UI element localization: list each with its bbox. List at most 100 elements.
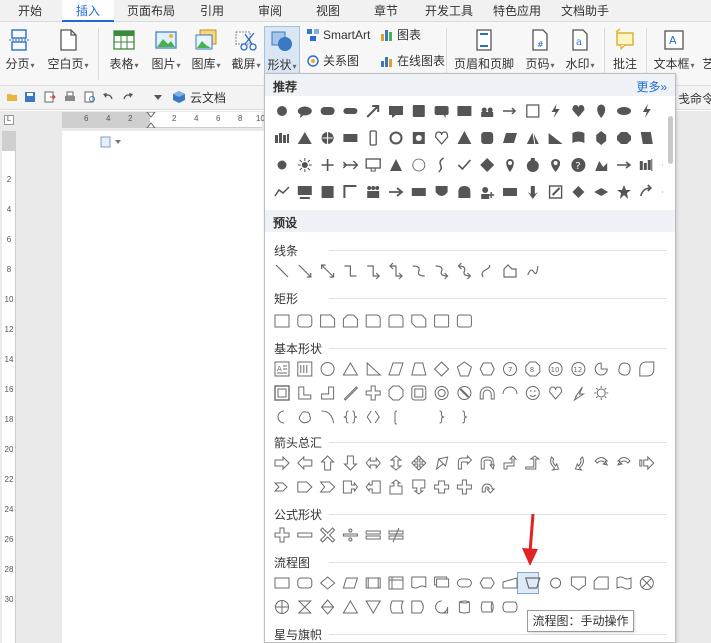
recommended-shape-icon[interactable] [503,107,517,115]
recommended-shape-icon[interactable] [526,131,539,145]
recommended-shape-icon[interactable] [527,186,538,199]
tab-special-apps[interactable]: 特色应用 [486,0,548,22]
line-shape-icon[interactable] [367,265,381,280]
recommended-shape-icon[interactable] [343,108,358,114]
flowchart-shape-icon[interactable] [390,600,404,614]
line-shape-icon[interactable] [298,264,312,278]
tab-insert[interactable]: 插入 [62,0,114,22]
recommended-shape-icon[interactable] [297,132,312,144]
recommended-shape-icon[interactable] [597,104,606,119]
arrow-shape-icon[interactable] [574,456,584,471]
recommended-shape-icon[interactable] [369,130,377,146]
flowchart-shape-icon[interactable] [570,576,586,591]
rectangle-shape-icon[interactable] [274,314,290,328]
arrow-shapes-grid[interactable] [271,452,663,500]
online-chart-button[interactable]: 在线图表 [380,52,445,70]
recommended-shape-icon[interactable] [412,105,425,117]
recommended-shape-icon[interactable] [548,185,563,199]
rectangle-shape-icon[interactable] [388,314,404,328]
line-shape-icon[interactable] [389,262,403,280]
line-shape-icon[interactable] [412,265,425,277]
basic-shape-icon[interactable] [411,362,427,376]
rectangle-shape-icon[interactable] [365,314,381,328]
basic-shape-icon[interactable] [277,410,285,424]
arrow-shape-icon[interactable] [412,479,426,495]
basic-shape-icon[interactable] [343,410,358,424]
recommended-shape-icon[interactable] [503,133,517,143]
rectangle-shape-icon[interactable] [297,314,313,328]
recommended-shape-icon[interactable] [640,184,652,197]
arrow-shape-icon[interactable] [550,456,560,471]
recommended-shape-icon[interactable] [526,158,539,172]
flowchart-shape-icon[interactable] [319,576,336,590]
paste-options-icon[interactable] [100,135,124,149]
formula-shape-icon[interactable] [319,527,336,543]
recommended-shape-icon[interactable]: ? [571,158,586,172]
formula-shape-icon[interactable] [274,527,290,543]
panel-scrollbar[interactable] [668,116,673,164]
flowchart-shape-icon[interactable] [458,600,470,614]
flowchart-shape-icon[interactable] [275,600,289,614]
basic-shape-icon[interactable] [365,385,381,401]
basic-shape-icon[interactable] [394,410,398,425]
arrow-shape-icon[interactable] [365,480,381,494]
recommended-shape-icon[interactable] [481,107,494,118]
arrow-shape-icon[interactable] [274,455,290,471]
tab-references[interactable]: 引用 [190,0,234,22]
basic-shape-icon[interactable] [479,362,495,376]
recommended-shape-icon[interactable] [596,131,607,145]
recommended-shape-icon[interactable] [458,186,471,198]
basic-shape-icon[interactable] [342,362,359,376]
line-shape-icon[interactable] [275,264,289,278]
flowchart-shape-icon[interactable] [297,577,313,589]
basic-shape-icon[interactable] [298,411,311,424]
recommended-shape-icon[interactable] [642,104,651,118]
recommended-shape-icon[interactable] [297,186,312,199]
recommended-shape-icon[interactable] [457,159,471,171]
recommended-shape-icon[interactable] [320,107,335,115]
smartart-button[interactable]: SmartArt [306,26,370,44]
flowchart-shape-icon[interactable] [342,577,359,589]
recommended-shape-icon[interactable] [480,158,495,172]
flowchart-shape-icon[interactable] [411,600,424,614]
tab-start[interactable]: 开始 [8,0,52,22]
basic-shape-icon[interactable]: 10 [548,362,563,376]
arrow-shape-icon[interactable] [639,455,655,471]
command-search-hint[interactable]: 戋命令、 [678,90,711,107]
recommended-shape-icon[interactable] [595,161,608,171]
flowchart-shape-icon[interactable] [639,576,654,590]
formula-shape-icon[interactable] [297,532,313,538]
recommended-shape-icon[interactable] [617,107,631,115]
basic-shape-icon[interactable] [573,386,586,402]
flowchart-shape-icon[interactable] [434,576,450,588]
recommended-shape-icon[interactable] [481,132,494,144]
flowchart-shape-icon[interactable] [388,576,404,590]
lines-shapes-grid[interactable] [271,260,663,282]
formula-shape-icon[interactable] [342,528,358,542]
basic-shape-icon[interactable]: A [274,361,290,377]
cloud-doc-button[interactable]: 云文档 [172,90,226,106]
basic-shape-icon[interactable] [439,410,445,424]
basic-shape-icon[interactable] [298,386,312,400]
basic-shape-icon[interactable] [594,386,609,400]
basic-shape-icon[interactable] [366,361,382,376]
arrow-shape-icon[interactable] [503,455,518,470]
recommended-shape-icon[interactable] [572,131,585,144]
recommended-shape-icon[interactable] [389,106,403,118]
arrow-shape-icon[interactable] [342,480,359,494]
basic-shape-icon[interactable]: 8 [525,361,541,377]
rectangle-shape-icon[interactable] [434,314,450,328]
flowchart-shape-icon[interactable] [342,600,359,614]
recommended-shape-icon[interactable] [572,105,585,117]
recommended-shape-icon[interactable] [617,185,631,199]
tab-chapter[interactable]: 章节 [364,0,408,22]
line-shape-icon[interactable] [457,262,472,280]
arrow-shape-icon[interactable] [594,457,609,466]
arrow-shape-icon[interactable] [616,457,631,466]
undo-icon[interactable] [102,91,114,103]
recommended-shape-icon[interactable] [506,159,514,172]
arrow-shape-icon[interactable] [389,455,403,471]
formula-shapes-grid[interactable] [271,524,663,546]
flowchart-shape-icon[interactable] [593,576,609,590]
recommended-shape-icon[interactable] [343,185,357,198]
